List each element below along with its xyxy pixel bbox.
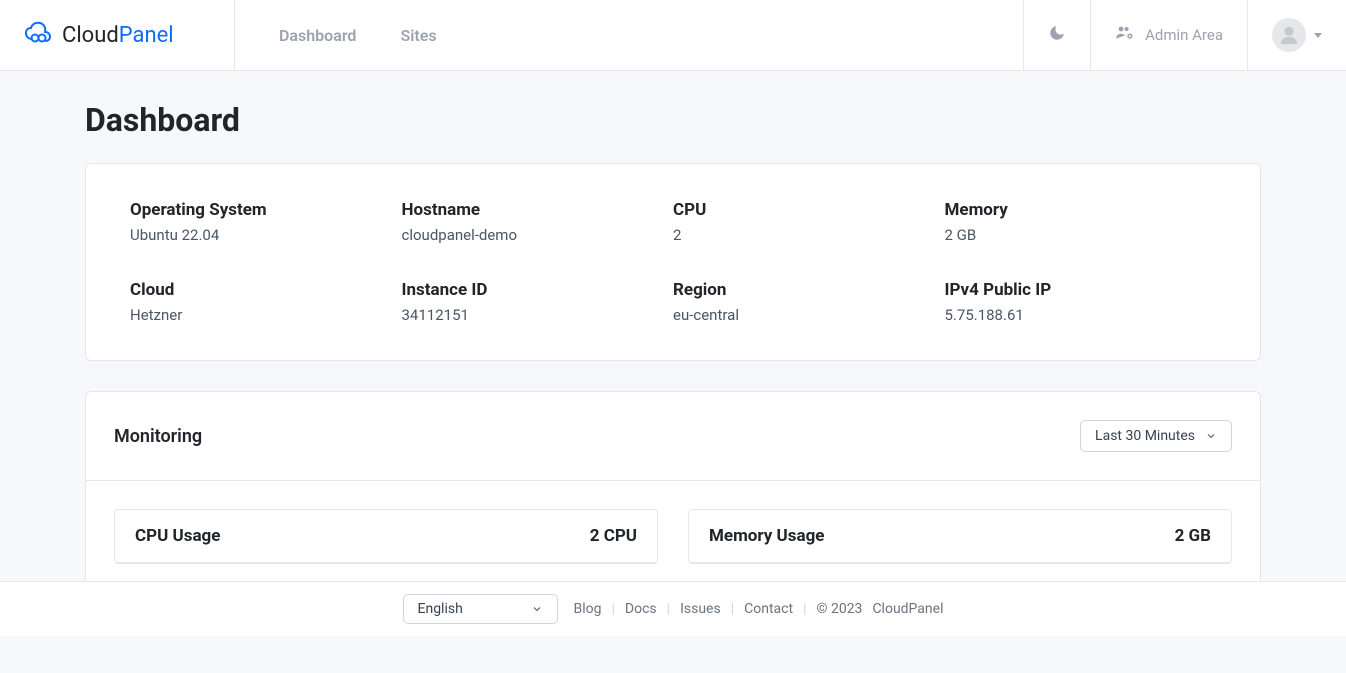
language-select[interactable]: English [403, 594, 558, 624]
info-label: Hostname [402, 200, 674, 220]
timerange-select[interactable]: Last 30 Minutes [1080, 420, 1232, 452]
info-region: Region eu-central [673, 280, 945, 324]
chart-title: Memory Usage [709, 526, 824, 546]
language-label: English [418, 601, 463, 617]
footer-copyright: © 2023 [816, 601, 862, 617]
admin-area-label: Admin Area [1145, 26, 1223, 44]
logo-text-part1: Cloud [62, 23, 119, 48]
separator: | [803, 601, 806, 617]
cloud-logo-icon [24, 21, 52, 49]
chart-header: Memory Usage 2 GB [689, 510, 1231, 563]
nav-dashboard[interactable]: Dashboard [279, 26, 356, 45]
main-nav: Dashboard Sites [235, 0, 1023, 70]
info-value: Ubuntu 22.04 [130, 226, 402, 244]
info-value: eu-central [673, 306, 945, 324]
info-value: 34112151 [402, 306, 674, 324]
chevron-down-icon [1205, 430, 1217, 442]
chart-title: CPU Usage [135, 526, 220, 546]
info-value: cloudpanel-demo [402, 226, 674, 244]
info-hostname: Hostname cloudpanel-demo [402, 200, 674, 244]
footer-docs-link[interactable]: Docs [625, 601, 657, 617]
info-label: Region [673, 280, 945, 300]
avatar [1272, 18, 1306, 52]
footer-issues-link[interactable]: Issues [680, 601, 721, 617]
info-cloud: Cloud Hetzner [130, 280, 402, 324]
monitoring-card: Monitoring Last 30 Minutes CPU Usage 2 C… [85, 391, 1261, 593]
monitoring-title: Monitoring [114, 426, 202, 447]
info-label: Operating System [130, 200, 402, 220]
info-memory: Memory 2 GB [945, 200, 1217, 244]
nav-sites[interactable]: Sites [400, 26, 436, 45]
footer-blog-link[interactable]: Blog [574, 601, 602, 617]
info-value: Hetzner [130, 306, 402, 324]
footer-links: Blog | Docs | Issues | Contact | © 2023 … [574, 601, 944, 617]
info-label: IPv4 Public IP [945, 280, 1217, 300]
info-value: 5.75.188.61 [945, 306, 1217, 324]
chart-header: CPU Usage 2 CPU [115, 510, 657, 563]
monitoring-header: Monitoring Last 30 Minutes [86, 392, 1260, 481]
users-gear-icon [1115, 25, 1135, 45]
top-header: CloudPanel Dashboard Sites [0, 0, 1346, 71]
cpu-usage-card: CPU Usage 2 CPU [114, 509, 658, 564]
system-info-card: Operating System Ubuntu 22.04 Hostname c… [85, 163, 1261, 361]
chart-value: 2 GB [1175, 526, 1211, 546]
chevron-down-icon [531, 603, 543, 615]
page-title: Dashboard [85, 101, 1261, 139]
info-os: Operating System Ubuntu 22.04 [130, 200, 402, 244]
info-label: Memory [945, 200, 1217, 220]
info-value: 2 [673, 226, 945, 244]
info-value: 2 GB [945, 226, 1217, 244]
chevron-down-icon [1314, 33, 1322, 38]
info-ip: IPv4 Public IP 5.75.188.61 [945, 280, 1217, 324]
info-label: Instance ID [402, 280, 674, 300]
separator: | [667, 601, 670, 617]
separator: | [731, 601, 734, 617]
info-label: CPU [673, 200, 945, 220]
moon-icon [1048, 24, 1066, 46]
user-menu[interactable] [1247, 0, 1346, 70]
memory-usage-card: Memory Usage 2 GB [688, 509, 1232, 564]
footer: English Blog | Docs | Issues | Contact |… [0, 581, 1346, 636]
admin-area-link[interactable]: Admin Area [1090, 0, 1247, 70]
dark-mode-toggle[interactable] [1023, 0, 1090, 70]
footer-contact-link[interactable]: Contact [744, 601, 793, 617]
logo-text: CloudPanel [62, 23, 174, 48]
info-instance-id: Instance ID 34112151 [402, 280, 674, 324]
header-right: Admin Area [1023, 0, 1346, 70]
footer-brand-link[interactable]: CloudPanel [872, 601, 943, 617]
timerange-label: Last 30 Minutes [1095, 428, 1195, 444]
logo[interactable]: CloudPanel [0, 0, 235, 70]
logo-text-part2: Panel [119, 23, 174, 48]
info-label: Cloud [130, 280, 402, 300]
monitoring-body: CPU Usage 2 CPU Memory Usage 2 GB [86, 481, 1260, 592]
chart-value: 2 CPU [590, 526, 637, 546]
info-grid: Operating System Ubuntu 22.04 Hostname c… [86, 164, 1260, 360]
separator: | [611, 601, 614, 617]
info-cpu: CPU 2 [673, 200, 945, 244]
